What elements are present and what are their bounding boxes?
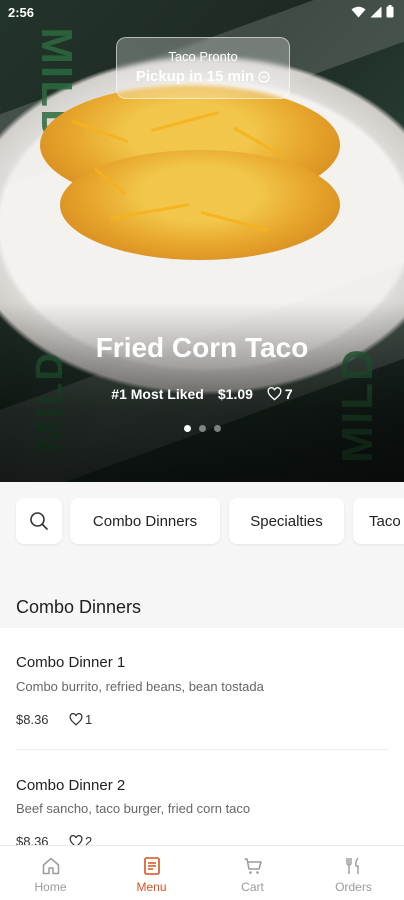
nav-item-label: Home: [34, 880, 67, 894]
nav-item-label: Orders: [335, 880, 372, 894]
heart-icon: [267, 387, 282, 401]
section-header-bg: [0, 562, 404, 628]
nav-item-cart[interactable]: Cart: [202, 846, 303, 900]
cart-icon: [244, 858, 262, 874]
item-divider: [16, 749, 388, 750]
pickup-time: Pickup in 15 min: [135, 68, 255, 85]
pickup-info-card[interactable]: Taco Pronto Pickup in 15 min: [116, 37, 290, 99]
nav-item-menu[interactable]: Menu: [101, 846, 202, 900]
restaurant-name: Taco Pronto: [168, 49, 238, 64]
menu-item[interactable]: Combo Dinner 2 Beef sancho, taco burger,…: [0, 751, 404, 849]
search-button[interactable]: [16, 498, 62, 544]
menu-item[interactable]: Combo Dinner 1 Combo burrito, refried be…: [0, 628, 404, 750]
category-chip-specialties[interactable]: Specialties: [229, 498, 344, 544]
nav-item-home[interactable]: Home: [0, 846, 101, 900]
signal-icon: [370, 6, 382, 17]
category-chip-combo-dinners[interactable]: Combo Dinners: [70, 498, 220, 544]
status-bar: 2:56: [0, 0, 404, 26]
home-icon: [42, 857, 59, 875]
wifi-icon: [351, 6, 366, 17]
featured-item-meta: #1 Most Liked $1.09 7: [0, 386, 404, 402]
chevron-circle-icon: [258, 70, 270, 83]
nav-item-label: Menu: [136, 880, 167, 894]
nav-item-label: Cart: [241, 880, 264, 894]
menu-item-likes[interactable]: 1: [69, 712, 92, 727]
featured-rank: #1 Most Liked: [111, 386, 204, 402]
menu-item-name: Combo Dinner 2: [16, 777, 126, 794]
carousel-dot[interactable]: [183, 425, 191, 432]
category-chip-label: Taco: [369, 512, 401, 530]
carousel-indicator: [0, 425, 404, 432]
heart-icon: [69, 713, 83, 726]
menu-item-likes-count: 1: [85, 712, 93, 727]
featured-item-title: Fried Corn Taco: [95, 332, 309, 363]
featured-likes-count: 7: [284, 386, 293, 402]
section-title: Combo Dinners: [16, 597, 142, 617]
category-chip-taco[interactable]: Taco: [353, 498, 404, 544]
menu-item-name: Combo Dinner 1: [16, 654, 126, 671]
category-chip-label: Specialties: [250, 512, 323, 530]
menu-icon: [143, 857, 160, 875]
featured-price: $1.09: [217, 386, 253, 402]
category-chip-label: Combo Dinners: [92, 512, 198, 530]
status-time: 2:56: [8, 5, 35, 20]
status-icons: [351, 5, 394, 18]
category-bar: Combo Dinners Specialties Taco: [0, 482, 404, 562]
carousel-dot[interactable]: [198, 425, 206, 432]
battery-icon: [386, 5, 394, 18]
utensils-icon: [345, 857, 359, 874]
bottom-nav: Home Menu Cart Orders: [0, 845, 404, 900]
taco-shell-bottom: [60, 150, 340, 260]
search-icon: [30, 512, 48, 530]
menu-item-description: Combo burrito, refried beans, bean tosta…: [16, 679, 264, 694]
featured-likes[interactable]: 7: [267, 386, 293, 402]
menu-item-description: Beef sancho, taco burger, fried corn tac…: [16, 801, 251, 816]
carousel-dot[interactable]: [213, 425, 221, 432]
menu-item-price: $8.36: [16, 712, 49, 727]
nav-item-orders[interactable]: Orders: [303, 846, 404, 900]
